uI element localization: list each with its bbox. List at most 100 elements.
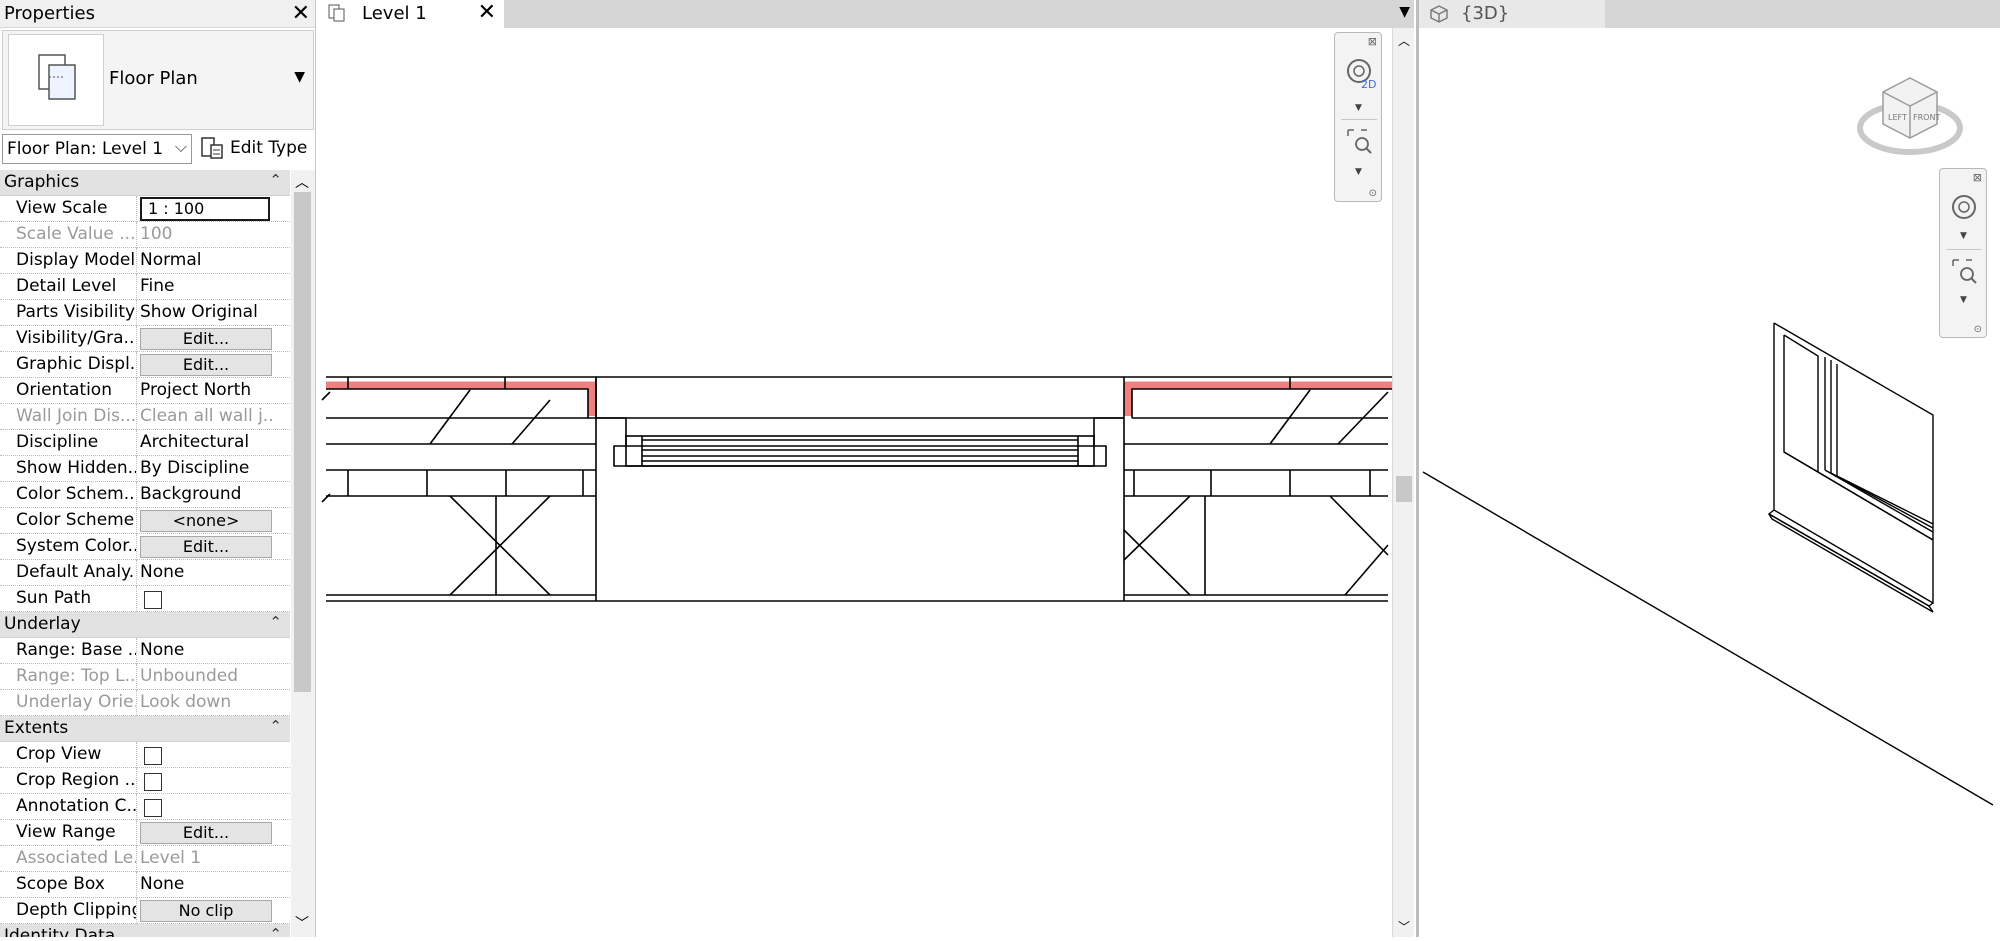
drawing-canvas[interactable]: ⊠ 2D ▼ ▼ ⊙ <box>318 28 1392 937</box>
property-value-cell: Unbounded <box>138 664 272 690</box>
dropdown-arrow-icon[interactable]: ▼ <box>294 69 305 85</box>
property-edit-button[interactable]: Edit... <box>140 328 272 350</box>
collapse-icon[interactable]: ⌃ <box>269 925 282 937</box>
property-value-cell[interactable] <box>138 742 272 768</box>
property-row: Graphic Displ... Edit... <box>0 352 290 378</box>
property-name: Scope Box <box>0 872 137 898</box>
property-checkbox[interactable] <box>144 799 162 817</box>
property-value-cell[interactable]: Background <box>138 482 272 508</box>
property-input[interactable]: 1 : 100 <box>140 197 270 221</box>
collapse-icon[interactable]: ⌃ <box>269 171 282 189</box>
dropdown-arrow-icon[interactable]: ▼ <box>1355 103 1362 113</box>
property-value-cell: Clean all wall j... <box>138 404 272 430</box>
collapse-icon[interactable]: ⌃ <box>269 717 282 735</box>
dropdown-arrow-icon[interactable]: ▼ <box>1960 231 1967 241</box>
scrollbar-thumb[interactable] <box>1396 476 1412 502</box>
close-icon[interactable]: ✕ <box>478 0 496 25</box>
view-instance-value: Floor Plan: Level 1 <box>7 139 164 159</box>
property-name: Visibility/Gra... <box>0 326 137 352</box>
close-icon[interactable]: ⊠ <box>1973 171 1982 184</box>
property-row: System Color... Edit... <box>0 534 290 560</box>
property-value-cell[interactable]: 1 : 100 <box>138 196 272 222</box>
dropdown-arrow-icon[interactable]: ▼ <box>1355 167 1362 177</box>
property-value-cell: Level 1 <box>138 846 272 872</box>
property-value-cell[interactable]: <none> <box>138 508 272 534</box>
property-value: Architectural <box>140 432 250 452</box>
property-edit-button[interactable]: Edit... <box>140 536 272 558</box>
property-value-cell[interactable]: By Discipline <box>138 456 272 482</box>
property-value-cell[interactable] <box>138 794 272 820</box>
3d-view-tab-icon <box>1429 4 1449 24</box>
3d-canvas[interactable]: LEFT FRONT ⊠ ▼ ▼ ⊙ <box>1419 28 2000 937</box>
property-value-cell[interactable]: Edit... <box>138 820 272 846</box>
property-group[interactable]: Graphics ⌃ <box>0 170 290 196</box>
property-name: Discipline <box>0 430 137 456</box>
property-group[interactable]: Identity Data ⌃ <box>0 924 290 937</box>
property-group[interactable]: Extents ⌃ <box>0 716 290 742</box>
property-value-cell[interactable]: Show Original <box>138 300 272 326</box>
scroll-down-icon[interactable]: ﹀ <box>295 913 309 933</box>
property-value-cell[interactable] <box>138 768 272 794</box>
steering-wheel-icon[interactable]: 2D <box>1345 57 1376 91</box>
close-icon[interactable]: ✕ <box>292 1 310 26</box>
property-value-cell[interactable]: Edit... <box>138 326 272 352</box>
scroll-down-icon[interactable]: ﹀ <box>1398 918 1410 935</box>
property-checkbox[interactable] <box>144 773 162 791</box>
tab-level-1[interactable]: Level 1 ✕ <box>318 0 504 28</box>
property-row: Depth Clipping No clip <box>0 898 290 924</box>
property-checkbox[interactable] <box>144 747 162 765</box>
property-checkbox[interactable] <box>144 591 162 609</box>
property-value-cell[interactable]: Edit... <box>138 534 272 560</box>
dropdown-arrow-icon[interactable]: ▼ <box>1960 295 1967 305</box>
property-value-cell[interactable]: Edit... <box>138 352 272 378</box>
property-value-cell[interactable]: Fine <box>138 274 272 300</box>
property-edit-button[interactable]: Edit... <box>140 354 272 376</box>
property-group-title: Underlay <box>4 614 81 634</box>
property-edit-button[interactable]: No clip <box>140 900 272 922</box>
property-group-title: Extents <box>4 718 69 738</box>
property-edit-button[interactable]: <none> <box>140 510 272 532</box>
viewcube-icon[interactable]: LEFT FRONT <box>1855 66 1965 166</box>
scrollbar-thumb[interactable] <box>294 192 311 692</box>
property-value: None <box>140 562 185 582</box>
scroll-up-icon[interactable]: ︿ <box>1398 32 1410 49</box>
property-value-cell[interactable]: Project North <box>138 378 272 404</box>
property-name: View Scale <box>0 196 137 222</box>
property-value: None <box>140 874 185 894</box>
property-row: Crop Region ... <box>0 768 290 794</box>
type-name: Floor Plan <box>109 68 198 89</box>
navbar-options-icon[interactable]: ⊙ <box>1369 188 1377 199</box>
property-value-cell[interactable]: None <box>138 560 272 586</box>
property-value-cell[interactable]: None <box>138 638 272 664</box>
property-value-cell[interactable]: Architectural <box>138 430 272 456</box>
edit-type-button[interactable]: Edit Type <box>200 134 314 164</box>
property-name: Color Scheme <box>0 508 137 534</box>
close-icon[interactable]: ⊠ <box>1368 35 1377 48</box>
property-value-cell[interactable]: None <box>138 872 272 898</box>
properties-panel: Properties ✕ Floor Plan ▼ Floor Plan: Le… <box>0 0 316 937</box>
level-1-scrollbar[interactable]: ︿ ﹀ <box>1392 28 1414 937</box>
property-value-cell[interactable]: Normal <box>138 248 272 274</box>
navbar-options-icon[interactable]: ⊙ <box>1974 324 1982 335</box>
property-edit-button[interactable]: Edit... <box>140 822 272 844</box>
navbar-separator <box>1341 119 1377 120</box>
property-value-cell[interactable] <box>138 586 272 612</box>
property-row: Visibility/Gra... Edit... <box>0 326 290 352</box>
collapse-icon[interactable]: ⌃ <box>269 613 282 631</box>
property-name: Associated Le... <box>0 846 137 872</box>
type-selector[interactable]: Floor Plan ▼ <box>2 30 314 130</box>
property-row: Underlay Orie... Look down <box>0 690 290 716</box>
tab-label: {3D} <box>1461 3 1510 24</box>
zoom-region-icon[interactable] <box>1950 257 1978 285</box>
steering-wheel-icon[interactable] <box>1950 193 1978 221</box>
tab-3d[interactable]: {3D} <box>1419 0 1605 28</box>
scroll-up-icon[interactable]: ︿ <box>295 172 309 192</box>
property-row: Color Schem... Background <box>0 482 290 508</box>
property-row: View Range Edit... <box>0 820 290 846</box>
property-value-cell[interactable]: No clip <box>138 898 272 924</box>
view-instance-selector[interactable]: Floor Plan: Level 1 ⌵ <box>2 134 192 164</box>
tab-menu-icon[interactable]: ▼ <box>1399 4 1410 20</box>
property-group[interactable]: Underlay ⌃ <box>0 612 290 638</box>
zoom-region-icon[interactable] <box>1345 127 1373 155</box>
properties-scrollbar[interactable]: ︿ ﹀ <box>291 170 315 937</box>
